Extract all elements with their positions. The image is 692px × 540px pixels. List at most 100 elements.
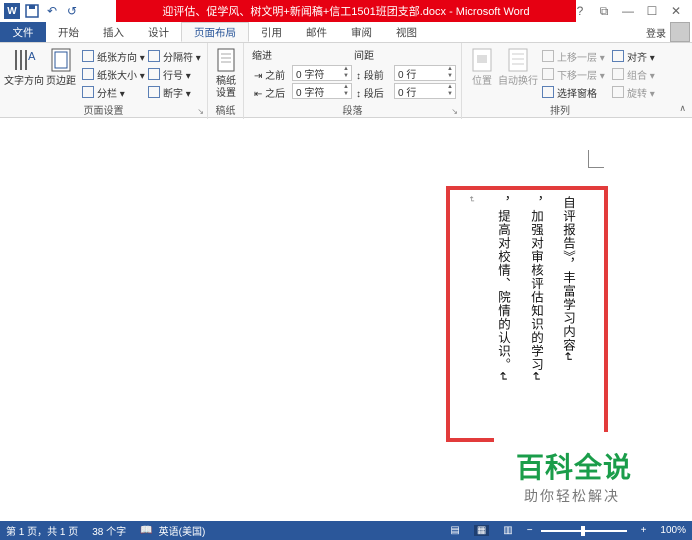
text-column-4[interactable]: ↵ [463,196,479,204]
proofing-icon[interactable]: 📖 [140,525,152,536]
columns-label: 分栏 ▾ [97,88,125,100]
manuscript-icon [217,48,235,72]
rotate-icon [612,86,624,98]
columns-button[interactable]: 分栏 ▾ [82,84,125,100]
breaks-label: 分隔符 ▾ [163,52,201,64]
collapse-ribbon-icon[interactable]: ∧ [679,103,686,114]
paragraph-launcher-icon[interactable]: ↘ [451,107,458,116]
tab-home[interactable]: 开始 [46,22,91,42]
zoom-out-icon[interactable]: − [527,525,533,536]
tab-page-layout[interactable]: 页面布局 [181,22,249,42]
tab-design[interactable]: 设计 [136,22,181,42]
position-icon [472,48,492,72]
indent-left-input[interactable]: 0 字符 ▲ ▼ [292,65,352,81]
tab-view[interactable]: 视图 [384,22,429,42]
wrap-text-label: 自动换行 [498,76,538,87]
position-button[interactable]: 位置 [468,46,496,88]
avatar[interactable] [670,22,690,42]
group-page-setup: A 文字方向 页边距 纸张方向 ▾ 纸张大小 ▾ 分栏 ▾ 分隔符 ▾ 行号 ▾… [0,43,208,119]
indent-right-icon: ⇤ [254,89,266,100]
breaks-icon [148,50,160,62]
text-direction-button[interactable]: A 文字方向 [4,46,44,88]
zoom-slider-thumb[interactable] [580,525,585,536]
save-icon[interactable] [24,3,40,19]
tab-references[interactable]: 引用 [249,22,294,42]
svg-text:A: A [28,50,36,63]
spacing-after-icon: ↕ [356,89,364,100]
spacing-header: 间距 [354,51,374,62]
text-column-2[interactable]: ，加强对审核评估知识的学习↵ [528,196,544,383]
line-numbers-button[interactable]: 行号 ▾ [148,66,191,82]
selection-pane-button[interactable]: 选择窗格 [542,84,597,100]
line-numbers-label: 行号 ▾ [163,70,191,82]
align-label: 对齐 ▾ [627,52,655,64]
zoom-slider[interactable] [540,525,627,536]
tab-mailings[interactable]: 邮件 [294,22,339,42]
ribbon-tabs: 文件 开始 插入 设计 页面布局 引用 邮件 审阅 视图 [0,22,692,42]
watermark: 百科全说 助你轻松解决 [494,432,668,514]
margins-button[interactable]: 页边距 [46,46,76,88]
paper-size-icon [82,68,94,80]
word-count[interactable]: 38 个字 [92,523,126,538]
wrap-text-button[interactable]: 自动换行 [498,46,538,88]
redo-icon[interactable]: ↺ [64,3,80,19]
send-backward-icon [542,68,554,80]
indent-right-label: ⇤ 之后 [254,89,286,100]
selection-pane-icon [542,86,554,98]
rotate-button[interactable]: 旋转 ▾ [612,84,655,100]
minimize-button[interactable]: — [616,2,640,20]
help-button[interactable]: ? [568,2,592,20]
tab-file[interactable]: 文件 [0,22,46,42]
size-button[interactable]: 纸张大小 ▾ [82,66,145,82]
spacing-before-input[interactable]: 0 行 ▲ ▼ [394,65,456,81]
align-button[interactable]: 对齐 ▾ [612,48,655,64]
spacing-after-input[interactable]: 0 行 ▲ ▼ [394,83,456,99]
send-backward-label: 下移一层 ▾ [557,70,605,82]
margins-label: 页边距 [46,76,76,87]
read-mode-icon[interactable]: ▤ [450,525,459,536]
hyphenation-button[interactable]: 断字 ▾ [148,84,191,100]
ribbon-display-button[interactable]: ⧉ [592,2,616,20]
page-count[interactable]: 第 1 页，共 1 页 [6,523,78,538]
web-layout-icon[interactable]: ▥ [503,525,512,536]
selection-pane-label: 选择窗格 [557,88,597,100]
bring-forward-button[interactable]: 上移一层 ▾ [542,48,605,64]
manuscript-settings-button[interactable]: 稿纸 设置 [212,46,240,100]
page-margin-corner [588,150,604,168]
text-column-1[interactable]: 自评报告》，丰富学习内容↵ [560,196,576,363]
breaks-button[interactable]: 分隔符 ▾ [148,48,201,64]
zoom-level[interactable]: 100% [660,525,686,536]
spacing-before-icon: ↕ [356,71,364,82]
wrap-text-icon [508,48,528,72]
group-label-page-setup: 页面设置 [83,106,124,117]
manuscript-label: 稿纸 设置 [216,76,236,99]
print-layout-icon[interactable]: ▦ [473,525,490,536]
indent-right-input[interactable]: 0 字符 ▲ ▼ [292,83,352,99]
rotate-label: 旋转 ▾ [627,88,655,100]
watermark-subtitle: 助你轻松解决 [524,489,620,505]
orientation-button[interactable]: 纸张方向 ▾ [82,48,145,64]
highlight-box [446,186,608,442]
zoom-in-icon[interactable]: + [641,525,647,536]
quick-access-toolbar: W ↶ ↺ [4,3,80,19]
margins-icon [51,48,71,72]
group-objects-icon [612,68,624,80]
page-setup-launcher-icon[interactable]: ↘ [197,107,204,116]
tab-review[interactable]: 审阅 [339,22,384,42]
tab-insert[interactable]: 插入 [91,22,136,42]
login-link[interactable]: 登录 [646,25,666,40]
undo-icon[interactable]: ↶ [44,3,60,19]
text-column-3[interactable]: ，提高对校情、院情的认识。↵ [495,196,511,383]
group-objects-button[interactable]: 组合 ▾ [612,66,655,82]
title-bar: W ↶ ↺ 迎评估、促学风、树文明+新闻稿+信工1501班团支部.docx - … [0,0,692,22]
group-label-arrange: 排列 [550,106,570,117]
send-backward-button[interactable]: 下移一层 ▾ [542,66,605,82]
language-indicator[interactable]: 英语(美国) [159,523,206,538]
position-label: 位置 [472,76,492,87]
group-paragraph: 缩进 间距 ⇥ 之前 0 字符 ▲ ▼ ⇤ 之后 0 字符 ▲ ▼ ↕ 段前 0 行 ▲ ▼… [244,43,462,119]
orientation-icon [82,50,94,62]
maximize-button[interactable]: ☐ [640,2,664,20]
watermark-title: 百科全说 [516,451,633,484]
close-button[interactable]: ✕ [664,2,688,20]
group-objects-label: 组合 ▾ [627,70,655,82]
